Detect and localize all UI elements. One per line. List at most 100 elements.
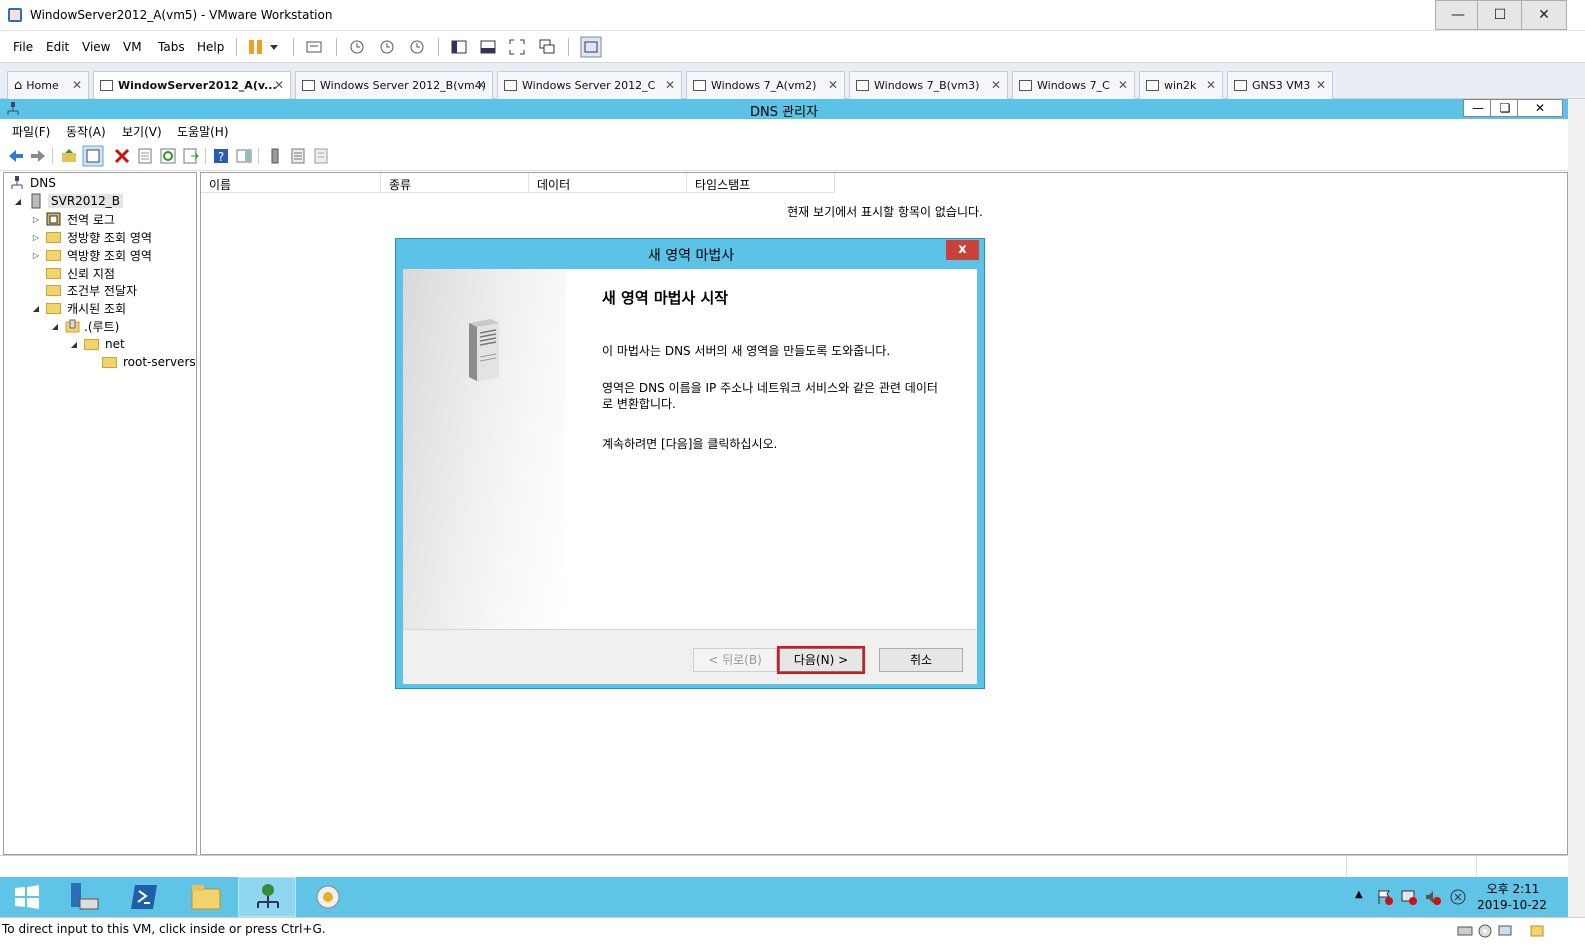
menu-help[interactable]: Help (197, 40, 224, 54)
dns-minimize-button[interactable]: — (1463, 99, 1493, 117)
tree-node-root-servers[interactable]: root-servers (102, 353, 196, 371)
collapsed-arrow-icon[interactable]: ▷ (30, 233, 42, 242)
taskbar-dns-manager[interactable] (238, 877, 296, 917)
dns-restore-button[interactable]: ❏ (1490, 99, 1520, 117)
menu-tabs[interactable]: Tabs (158, 40, 185, 54)
list-view-icon[interactable] (289, 147, 307, 165)
revert-snapshot-icon[interactable] (378, 38, 396, 56)
network-adapter-icon[interactable] (1497, 924, 1513, 938)
refresh-icon[interactable] (159, 147, 177, 165)
maximize-button[interactable]: ☐ (1477, 0, 1523, 30)
server-icon[interactable] (266, 147, 284, 165)
dns-menu-view[interactable]: 보기(V) (122, 123, 162, 140)
snapshot-manager-icon[interactable] (408, 38, 426, 56)
close-tab-icon[interactable]: ✕ (476, 78, 486, 92)
close-tab-icon[interactable]: ✕ (828, 78, 838, 92)
cancel-button[interactable]: 취소 (879, 648, 963, 672)
next-button[interactable]: 다음(N) > (777, 646, 865, 674)
delete-icon[interactable] (113, 147, 131, 165)
close-tab-icon[interactable]: ✕ (1206, 78, 1216, 92)
forward-arrow-icon[interactable] (29, 147, 47, 165)
console-view-icon[interactable] (580, 36, 602, 58)
menu-vm[interactable]: VM (123, 40, 142, 54)
message-log-icon[interactable] (1529, 924, 1545, 938)
tree-node-net[interactable]: ◢ net (68, 335, 125, 353)
tab-win2k[interactable]: win2k ✕ (1139, 71, 1223, 99)
wizard-close-button[interactable]: x (946, 240, 979, 260)
export-list-icon[interactable] (182, 147, 200, 165)
taskbar-server-manager[interactable] (54, 877, 112, 917)
clock-time[interactable]: 오후 2:11 (1478, 880, 1548, 897)
taskbar-powershell[interactable] (115, 877, 173, 917)
volume-muted-icon[interactable] (1424, 888, 1442, 906)
show-hide-console-tree-icon[interactable] (82, 145, 104, 167)
clock-date[interactable]: 2019-10-22 (1472, 898, 1552, 912)
menu-view[interactable]: View (82, 40, 110, 54)
close-tab-icon[interactable]: ✕ (1316, 78, 1326, 92)
tree-node-cached-lookups[interactable]: ◢ 캐시된 조회 (30, 299, 126, 317)
chevron-down-icon[interactable] (268, 38, 280, 56)
filter-icon[interactable] (312, 147, 330, 165)
pause-icon[interactable] (247, 38, 265, 56)
full-screen-icon[interactable] (508, 38, 526, 56)
tab-windows-server-2012-c[interactable]: Windows Server 2012_C ✕ (497, 71, 682, 99)
back-button[interactable]: < 뒤로(B) (693, 648, 777, 672)
tree-node-reverse-lookup-zones[interactable]: ▷ 역방향 조회 영역 (30, 246, 152, 264)
disconnected-icon[interactable] (1449, 888, 1467, 906)
up-folder-icon[interactable] (60, 147, 78, 165)
tab-windows-7-c[interactable]: Windows 7_C ✕ (1012, 71, 1135, 99)
taskbar-file-explorer[interactable] (176, 877, 234, 917)
close-button[interactable]: ✕ (1521, 0, 1567, 30)
tree-node-forward-lookup-zones[interactable]: ▷ 정방향 조회 영역 (30, 228, 152, 246)
tree-node-global-logs[interactable]: ▷ 전역 로그 (30, 210, 115, 228)
expanded-arrow-icon[interactable]: ◢ (30, 304, 42, 313)
show-hidden-icons-icon[interactable]: ▲ (1355, 889, 1363, 900)
column-header-type[interactable]: 종류 (381, 173, 529, 193)
dns-menu-help[interactable]: 도움말(H) (177, 123, 229, 140)
dns-menu-file[interactable]: 파일(F) (12, 123, 50, 140)
hard-disk-icon[interactable] (1457, 924, 1473, 938)
taskbar-app[interactable] (299, 877, 357, 917)
back-arrow-icon[interactable] (7, 147, 25, 165)
tree-node-dns[interactable]: DNS (10, 174, 56, 192)
column-header-data[interactable]: 데이터 (529, 173, 687, 193)
expanded-arrow-icon[interactable]: ◢ (49, 322, 61, 331)
close-tab-icon[interactable]: ✕ (991, 78, 1001, 92)
column-header-timestamp[interactable]: 타임스탬프 (687, 173, 835, 193)
expanded-arrow-icon[interactable]: ◢ (12, 197, 24, 206)
tab-windowserver2012-a[interactable]: WindowServer2012_A(v... ✕ (93, 71, 291, 99)
close-tab-icon[interactable]: ✕ (72, 78, 82, 92)
menu-edit[interactable]: Edit (46, 40, 69, 54)
tab-windows-7-a[interactable]: Windows 7_A(vm2) ✕ (686, 71, 845, 99)
help-icon[interactable]: ? (212, 147, 230, 165)
tree-node-server[interactable]: ◢ SVR2012_B (12, 192, 123, 210)
snapshot-icon[interactable] (348, 38, 366, 56)
tree-node-root[interactable]: ◢ .(루트) (49, 317, 119, 335)
tab-windows-server-2012-b[interactable]: Windows Server 2012_B(vm4) ✕ (295, 71, 493, 99)
network-icon[interactable] (1400, 888, 1418, 906)
unity-icon[interactable] (538, 38, 556, 56)
thumbnail-bar-icon[interactable] (479, 38, 497, 56)
minimize-button[interactable]: — (1435, 0, 1481, 30)
tab-gns3-vm3[interactable]: GNS3 VM3 ✕ (1227, 71, 1333, 99)
dns-close-button[interactable]: ✕ (1517, 99, 1563, 117)
library-icon[interactable] (450, 38, 468, 56)
tab-home[interactable]: ⌂ Home ✕ (7, 71, 89, 99)
action-center-flag-icon[interactable] (1376, 888, 1394, 906)
properties-icon[interactable] (136, 147, 154, 165)
tree-node-trust-points[interactable]: 신뢰 지점 (46, 264, 115, 282)
cd-rom-icon[interactable] (1477, 924, 1493, 938)
dns-menu-action[interactable]: 동작(A) (66, 123, 106, 140)
close-tab-icon[interactable]: ✕ (274, 78, 284, 92)
close-tab-icon[interactable]: ✕ (665, 78, 675, 92)
expanded-arrow-icon[interactable]: ◢ (68, 340, 80, 349)
menu-file[interactable]: File (13, 40, 33, 54)
start-button[interactable] (0, 877, 58, 917)
collapsed-arrow-icon[interactable]: ▷ (30, 215, 42, 224)
tab-windows-7-b[interactable]: Windows 7_B(vm3) ✕ (849, 71, 1008, 99)
collapsed-arrow-icon[interactable]: ▷ (30, 251, 42, 260)
column-header-name[interactable]: 이름 (201, 173, 381, 193)
show-action-pane-icon[interactable] (235, 147, 253, 165)
tree-node-conditional-forwarders[interactable]: 조건부 전달자 (46, 281, 137, 299)
close-tab-icon[interactable]: ✕ (1118, 78, 1128, 92)
